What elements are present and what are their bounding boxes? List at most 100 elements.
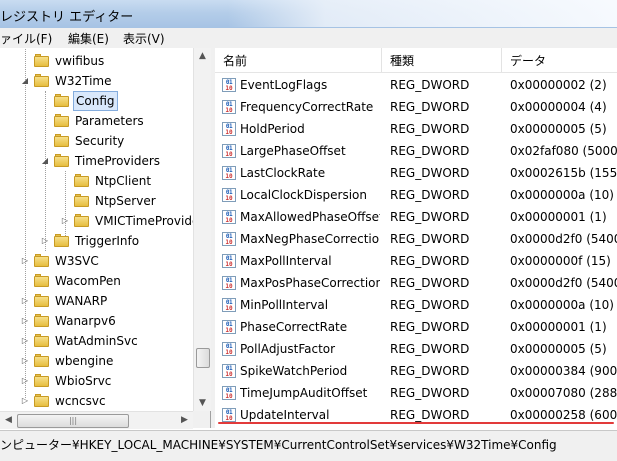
expand-arrow-icon[interactable]: ▷ <box>20 291 30 311</box>
value-data: 0x0000000a (10) <box>510 298 614 312</box>
value-row[interactable]: 01 10 LastClockRate REG_DWORD 0x0002615b (15… <box>215 162 617 184</box>
value-data: 0x0000d2f0 (54000 <box>510 232 617 246</box>
folder-icon <box>34 334 49 347</box>
reg-dword-icon: 01 10 <box>222 364 236 378</box>
expand-arrow-icon[interactable]: ▷ <box>20 251 30 271</box>
value-data: 0x0002615b (1559 <box>510 166 617 180</box>
tree-item[interactable]: ▷ Wanarpv6 <box>0 311 193 331</box>
tree-vertical-scroll-thumb[interactable] <box>196 348 210 368</box>
tree-horizontal-scroll-thumb[interactable]: ||| <box>17 414 129 428</box>
menu-edit[interactable]: 編集(E) <box>68 30 109 47</box>
scroll-down-icon[interactable]: ▼ <box>194 395 211 411</box>
folder-icon <box>34 314 49 327</box>
tree-item[interactable]: ◢ W32Time <box>0 71 193 91</box>
value-row[interactable]: 01 10 LocalClockDispersion REG_DWORD 0x00000… <box>215 184 617 206</box>
tree-item[interactable]: ▷ W3SVC <box>0 251 193 271</box>
value-name: MaxAllowedPhaseOffset <box>240 210 380 224</box>
folder-icon <box>34 394 49 407</box>
tree-item[interactable]: NtpClient <box>0 171 193 191</box>
reg-dword-icon: 01 10 <box>222 232 236 246</box>
column-header-type[interactable]: 種類 <box>382 48 502 72</box>
value-row[interactable]: 01 10 FrequencyCorrectRate REG_DWORD 0x00000… <box>215 96 617 118</box>
value-data: 0x00000005 (5) <box>510 342 607 356</box>
reg-dword-icon: 01 10 <box>222 320 236 334</box>
menu-file[interactable]: ァイル(F) <box>0 30 52 47</box>
tree-item[interactable]: ▷ wcncsvc <box>0 391 193 411</box>
status-path: ンピューター¥HKEY_LOCAL_MACHINE¥SYSTEM¥Current… <box>0 438 557 452</box>
collapse-arrow-icon[interactable]: ◢ <box>20 71 30 91</box>
value-row[interactable]: 01 10 MaxAllowedPhaseOffset REG_DWORD 0x0000… <box>215 206 617 228</box>
tree-vertical-scrollbar[interactable]: ▲ ▼ <box>193 48 211 411</box>
value-row[interactable]: 01 10 LargePhaseOffset REG_DWORD 0x02faf080 … <box>215 140 617 162</box>
value-data: 0x0000d2f0 (54000 <box>510 276 617 290</box>
window-title: レジストリ エディター <box>0 10 134 25</box>
highlight-underline <box>218 422 614 424</box>
tree-item[interactable]: ▷ WbioSrvc <box>0 371 193 391</box>
value-data: 0x00007080 (2880 <box>510 386 617 400</box>
tree-item[interactable]: ▷ TriggerInfo <box>0 231 193 251</box>
scroll-left-icon[interactable]: ◀ <box>0 412 17 429</box>
folder-icon <box>74 214 89 227</box>
value-type: REG_DWORD <box>390 276 470 290</box>
value-data: 0x02faf080 (50000 <box>510 144 617 158</box>
title-bar: レジストリ エディター <box>0 0 617 29</box>
value-name: MinPollInterval <box>240 298 329 312</box>
tree-item-label: NtpServer <box>95 194 156 208</box>
value-row[interactable]: 01 10 EventLogFlags REG_DWORD 0x00000002 (2) <box>215 74 617 96</box>
expand-arrow-icon[interactable]: ▷ <box>20 331 30 351</box>
scroll-up-icon[interactable]: ▲ <box>194 48 211 64</box>
collapse-arrow-icon[interactable]: ◢ <box>40 151 50 171</box>
value-data: 0x00000002 (2) <box>510 78 607 92</box>
value-row[interactable]: 01 10 MaxNegPhaseCorrection REG_DWORD 0x0000… <box>215 228 617 250</box>
value-row[interactable]: 01 10 MinPollInterval REG_DWORD 0x0000000a (… <box>215 294 617 316</box>
tree-item[interactable]: NtpServer <box>0 191 193 211</box>
folder-icon <box>74 194 89 207</box>
menu-view[interactable]: 表示(V) <box>123 30 165 47</box>
column-header-name[interactable]: 名前 <box>215 48 382 72</box>
tree-item[interactable]: ▷ wbengine <box>0 351 193 371</box>
reg-dword-icon: 01 10 <box>222 386 236 400</box>
value-type: REG_DWORD <box>390 364 470 378</box>
value-name: EventLogFlags <box>240 78 328 92</box>
tree-item[interactable]: Config <box>0 91 193 111</box>
tree-item[interactable]: vwifibus <box>0 51 193 71</box>
expand-arrow-icon[interactable]: ▷ <box>40 231 50 251</box>
tree-item[interactable]: ◢ TimeProviders <box>0 151 193 171</box>
expand-arrow-icon[interactable]: ▷ <box>20 311 30 331</box>
value-row[interactable]: 01 10 PhaseCorrectRate REG_DWORD 0x00000001 … <box>215 316 617 338</box>
folder-icon <box>54 134 69 147</box>
folder-icon <box>34 274 49 287</box>
values-list[interactable]: 名前 種類 データ 01 10 EventLogFlags REG_DWORD 0x00… <box>215 48 617 428</box>
value-data: 0x00000001 (1) <box>510 210 607 224</box>
value-row[interactable]: 01 10 SpikeWatchPeriod REG_DWORD 0x00000384 … <box>215 360 617 382</box>
tree-item-label: WacomPen <box>55 274 121 288</box>
status-bar: ンピューター¥HKEY_LOCAL_MACHINE¥SYSTEM¥Current… <box>0 430 617 461</box>
value-row[interactable]: 01 10 MaxPollInterval REG_DWORD 0x0000000f (… <box>215 250 617 272</box>
tree-item[interactable]: ▷ VMICTimeProvider <box>0 211 204 231</box>
value-row[interactable]: 01 10 MaxPosPhaseCorrection REG_DWORD 0x0000… <box>215 272 617 294</box>
registry-tree[interactable]: vwifibus ◢ W32Time Config Parameters Security… <box>0 48 211 428</box>
tree-item-label: WatAdminSvc <box>55 334 138 348</box>
folder-icon <box>54 234 69 247</box>
value-type: REG_DWORD <box>390 232 470 246</box>
value-row[interactable]: 01 10 HoldPeriod REG_DWORD 0x00000005 (5) <box>215 118 617 140</box>
value-name: SpikeWatchPeriod <box>240 364 348 378</box>
column-header-data[interactable]: データ <box>502 48 617 72</box>
tree-item[interactable]: WacomPen <box>0 271 193 291</box>
expand-arrow-icon[interactable]: ▷ <box>20 391 30 411</box>
value-row[interactable]: 01 10 TimeJumpAuditOffset REG_DWORD 0x000070… <box>215 382 617 404</box>
menu-bar: ァイル(F) 編集(E) 表示(V) <box>0 28 617 49</box>
scroll-right-icon[interactable]: ▶ <box>176 412 193 429</box>
tree-item[interactable]: ▷ WatAdminSvc <box>0 331 193 351</box>
value-type: REG_DWORD <box>390 122 470 136</box>
expand-arrow-icon[interactable]: ▷ <box>20 371 30 391</box>
value-name: FrequencyCorrectRate <box>240 100 374 114</box>
expand-arrow-icon[interactable]: ▷ <box>60 211 70 231</box>
expand-arrow-icon[interactable]: ▷ <box>20 351 30 371</box>
tree-item[interactable]: Parameters <box>0 111 193 131</box>
value-row[interactable]: 01 10 PollAdjustFactor REG_DWORD 0x00000005 … <box>215 338 617 360</box>
tree-item[interactable]: Security <box>0 131 193 151</box>
tree-horizontal-scrollbar[interactable]: ◀ ||| ▶ <box>0 411 193 429</box>
tree-item-label: Security <box>75 134 125 148</box>
tree-item[interactable]: ▷ WANARP <box>0 291 193 311</box>
